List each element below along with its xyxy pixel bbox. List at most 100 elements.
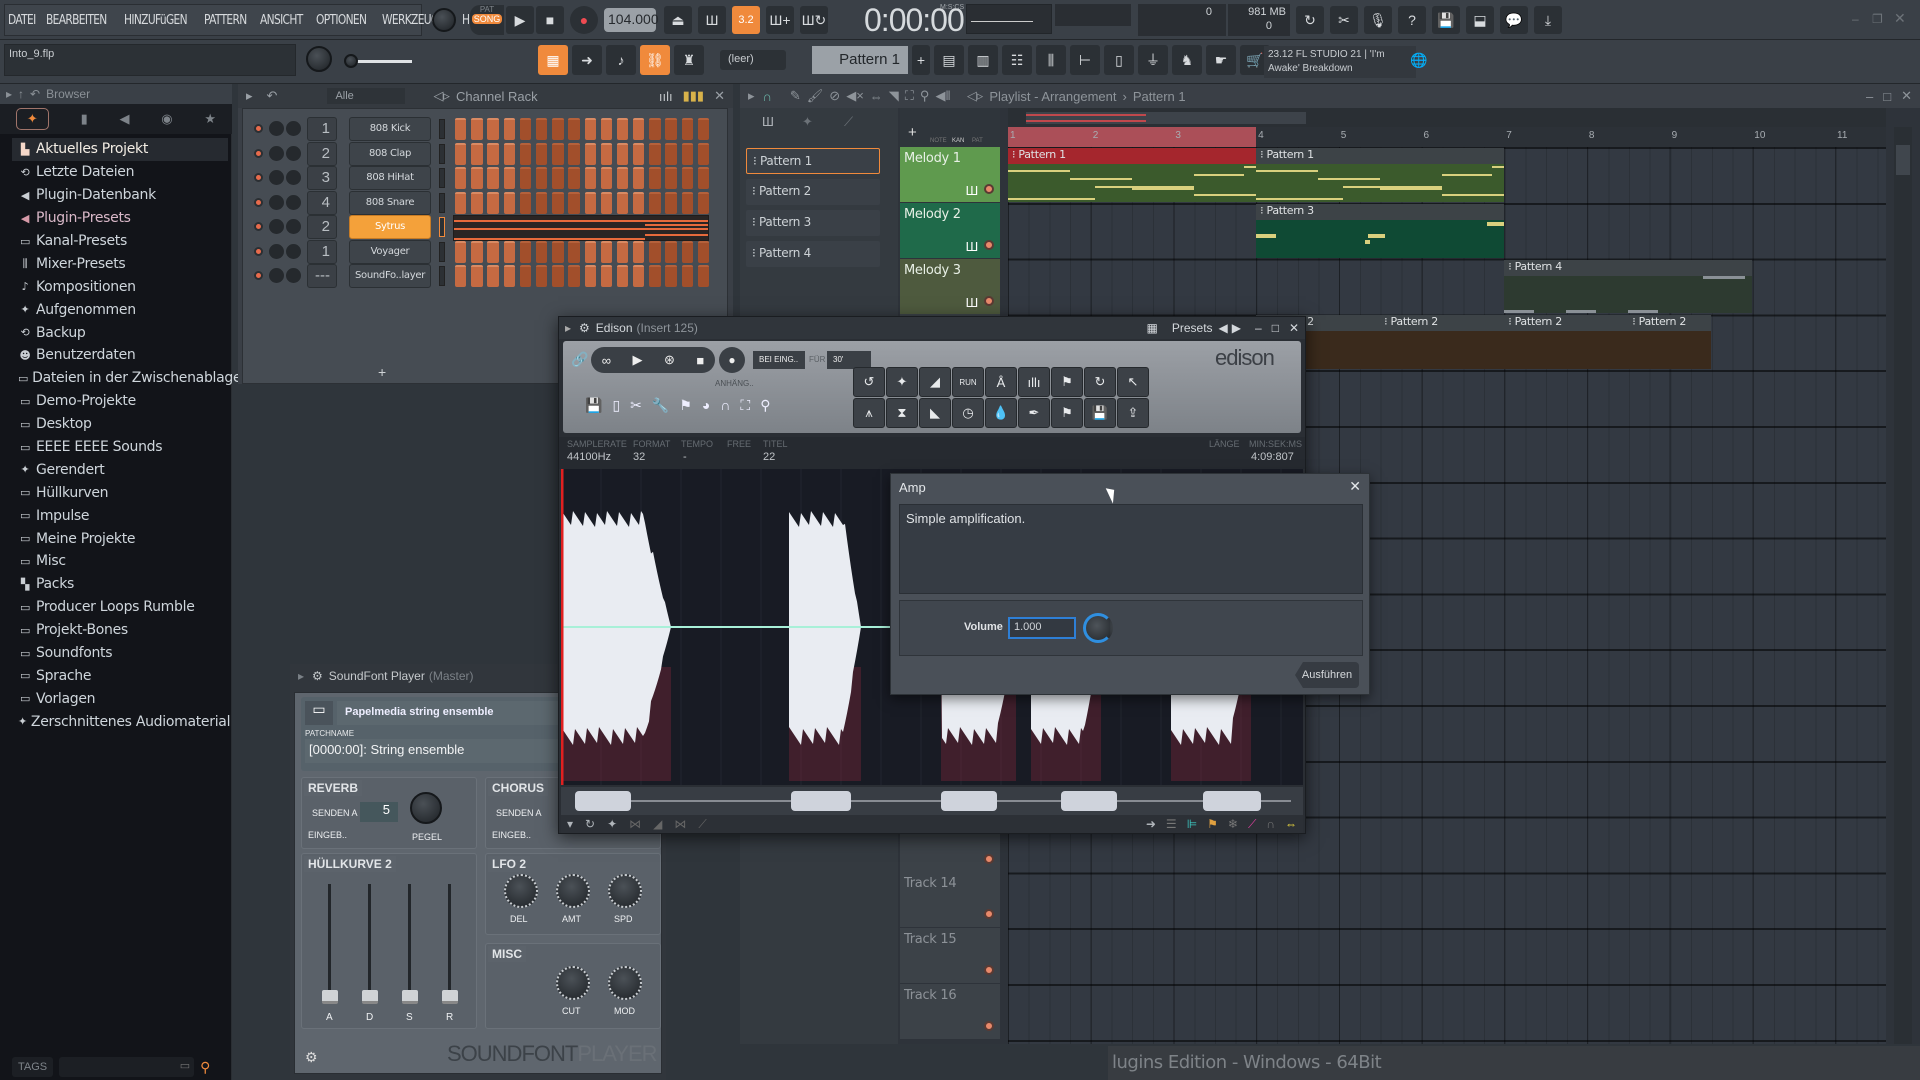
step-button[interactable]	[552, 265, 564, 287]
tape-icon[interactable]: ⊛	[664, 352, 675, 368]
step-button[interactable]	[600, 265, 613, 287]
step-button[interactable]	[535, 167, 548, 189]
format-value[interactable]: 32	[633, 451, 645, 463]
master-pitch-knob[interactable]	[306, 46, 332, 72]
track-header[interactable]: Melody 1 Ш	[900, 147, 1000, 202]
step-button[interactable]	[665, 240, 677, 263]
step-button[interactable]	[535, 265, 548, 287]
snap-icon[interactable]: ∩	[720, 397, 730, 414]
delete-icon[interactable]: ⊘	[829, 88, 840, 104]
browser-item[interactable]: ✦ Zerschnittenes Audiomaterial	[12, 710, 230, 733]
add-channel-button[interactable]: +	[378, 364, 386, 380]
step-button[interactable]	[665, 265, 677, 287]
steps-view-icon[interactable]: ▮▮▮	[683, 88, 704, 104]
step-button[interactable]	[519, 265, 532, 287]
record-button[interactable]: ●	[570, 6, 598, 34]
pattern-selector[interactable]: Pattern 1	[812, 46, 908, 74]
step-button[interactable]	[616, 167, 629, 189]
track-header[interactable]: Melody 3 Ш	[900, 258, 1000, 314]
wrench-icon[interactable]: 🔧	[652, 397, 669, 414]
playback-icon[interactable]: ◀ǁ	[935, 88, 950, 104]
step-button[interactable]	[665, 142, 677, 165]
browser-item[interactable]: ▭ Projekt-Bones	[12, 619, 228, 642]
volume-knob[interactable]	[286, 219, 301, 234]
volume-knob[interactable]	[286, 243, 301, 259]
menu-datei[interactable]: DATEI	[8, 13, 36, 28]
browser-item[interactable]: ♪ Kompositionen	[12, 275, 228, 298]
volume-knob[interactable]	[286, 268, 301, 283]
step-button[interactable]	[568, 118, 580, 140]
track-mute-led[interactable]	[984, 853, 994, 864]
play-button[interactable]: ▶	[506, 6, 534, 34]
tab-project-icon[interactable]: ▮	[81, 111, 88, 127]
expand-icon[interactable]: ▸	[6, 87, 12, 101]
step-button[interactable]	[633, 118, 645, 140]
browser-item[interactable]: ☻ Benutzerdaten	[12, 344, 228, 367]
volume-knob[interactable]	[286, 194, 301, 210]
feather-icon[interactable]: ✒	[1018, 398, 1050, 428]
mute-led[interactable]	[254, 173, 263, 182]
step-button[interactable]	[487, 118, 499, 140]
settings-gear-icon[interactable]: ⚙	[305, 1049, 318, 1066]
loop-icon[interactable]: ↻	[1084, 367, 1116, 397]
step-button[interactable]	[519, 191, 532, 214]
slip-icon[interactable]: ⇔	[870, 89, 883, 104]
browser-item[interactable]: ▭ Impulse	[12, 504, 228, 527]
close-icon[interactable]: ✕	[714, 88, 725, 104]
piano-roll-icon[interactable]: ▥	[968, 45, 998, 75]
upload-icon[interactable]: ⇪	[1117, 398, 1149, 428]
step-button[interactable]	[600, 167, 613, 189]
track-header[interactable]: Track 16	[900, 984, 1000, 1039]
channel-name-button[interactable]: Sytrus	[349, 215, 431, 239]
stop-button[interactable]: ■	[536, 6, 564, 34]
envelope-fader-track[interactable]	[408, 884, 411, 998]
prev-preset-icon[interactable]: ◀	[1219, 321, 1228, 335]
fade-icon[interactable]: ◢	[653, 817, 662, 831]
track-mute-led[interactable]	[984, 239, 994, 250]
master-volume-knob[interactable]	[432, 8, 456, 32]
mixer-icon[interactable]: ⫼	[1036, 45, 1066, 75]
loop-region[interactable]	[1008, 127, 1257, 147]
play-icon[interactable]: ▶	[633, 352, 643, 368]
step-button[interactable]	[568, 142, 580, 165]
step-button[interactable]	[616, 240, 629, 263]
menu-optionen[interactable]: OPTIONEN	[316, 13, 367, 28]
browser-tree-icon[interactable]: ⊢	[1070, 45, 1100, 75]
playlist-clip[interactable]: ⁝ Pattern 2	[1380, 315, 1505, 370]
browser-item[interactable]: ▚ Packs	[12, 573, 228, 596]
menu-pattern[interactable]: PATTERN	[204, 13, 247, 28]
step-button[interactable]	[568, 191, 580, 214]
browser-item[interactable]: ✦ Gerendert	[12, 458, 228, 481]
step-button[interactable]	[681, 191, 694, 214]
step-button[interactable]	[535, 240, 548, 263]
step-button[interactable]	[503, 167, 515, 189]
browser-item[interactable]: ⟲ Letzte Dateien	[12, 161, 228, 184]
presets-label[interactable]: Presets	[1172, 321, 1213, 335]
step-button[interactable]	[633, 265, 645, 287]
add-track-button[interactable]: +	[908, 124, 917, 141]
maximize-icon[interactable]: □	[1272, 321, 1279, 335]
step-button[interactable]	[519, 240, 532, 263]
open-folder-icon[interactable]: ▭	[305, 701, 333, 725]
volume-knob[interactable]	[1083, 613, 1113, 643]
blend-notes-icon[interactable]: Ш+	[766, 6, 794, 34]
expand-icon[interactable]: ▸	[565, 321, 571, 335]
step-button[interactable]	[697, 191, 710, 214]
gear-icon[interactable]: ⚙	[579, 321, 590, 335]
gear-icon[interactable]: ⚙	[312, 669, 323, 683]
step-button[interactable]	[600, 118, 613, 140]
mixer-track-number[interactable]: 2	[307, 141, 337, 166]
marker-icon[interactable]: ⚑	[679, 397, 692, 414]
step-button[interactable]	[600, 142, 613, 165]
step-button[interactable]	[697, 240, 710, 263]
menu-ansicht[interactable]: ANSICHT	[260, 13, 303, 28]
step-button[interactable]	[535, 142, 548, 165]
step-button[interactable]	[649, 118, 661, 140]
channel-select-indicator[interactable]	[439, 266, 445, 286]
slice-icon[interactable]: ◥	[889, 88, 899, 104]
browser-item[interactable]: ✦ Aufgenommen	[12, 298, 228, 321]
pattern-list-item[interactable]: ⁝ Pattern 4	[746, 241, 880, 267]
playlist-clip[interactable]: ⁝ Pattern 2	[1628, 315, 1711, 370]
microphone-icon[interactable]: 🎙	[1364, 6, 1392, 34]
link-icon[interactable]: ⛓	[640, 45, 670, 75]
